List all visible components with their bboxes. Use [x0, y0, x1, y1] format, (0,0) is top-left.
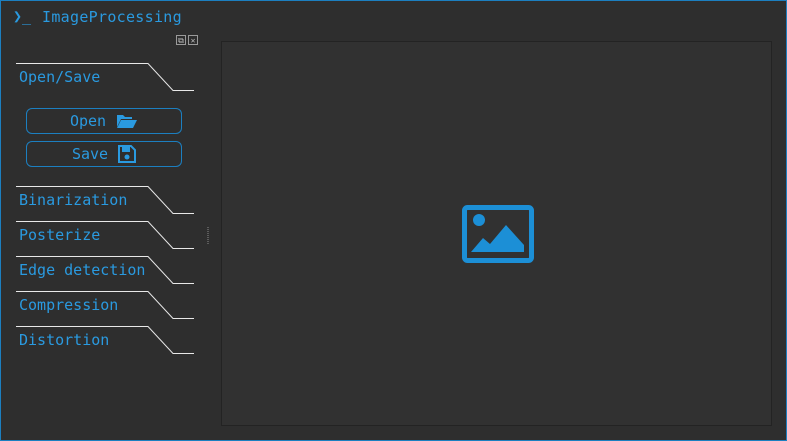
- section-posterize[interactable]: Posterize: [16, 221, 194, 251]
- section-binarization[interactable]: Binarization: [16, 186, 194, 216]
- folder-open-icon: [116, 113, 138, 129]
- undock-icon[interactable]: ⧉: [176, 35, 186, 45]
- open-button-label: Open: [69, 112, 107, 130]
- section-distortion[interactable]: Distortion: [16, 326, 194, 356]
- main-window: ❯_ ImageProcessing ⧉ ✕ Open/Save Open Sa…: [0, 0, 787, 441]
- section-label: Compression: [19, 296, 119, 314]
- sidebar-panel: Open/Save Open Save Binarization Posteri…: [1, 49, 206, 429]
- section-open-save[interactable]: Open/Save: [16, 63, 194, 93]
- title-bar[interactable]: ❯_ ImageProcessing: [1, 1, 786, 31]
- floppy-disk-icon: [118, 145, 137, 163]
- dock-controls: ⧉ ✕: [176, 35, 198, 47]
- panel-splitter-handle[interactable]: [207, 227, 209, 245]
- section-label: Posterize: [19, 226, 101, 244]
- window-title: ImageProcessing: [42, 8, 182, 26]
- section-label: Open/Save: [19, 68, 101, 86]
- close-icon[interactable]: ✕: [188, 35, 198, 45]
- open-button[interactable]: Open: [26, 108, 182, 134]
- terminal-prompt-icon: ❯_: [13, 7, 32, 25]
- section-label: Edge detection: [19, 261, 146, 279]
- section-label: Distortion: [19, 331, 110, 349]
- save-button-label: Save: [71, 145, 109, 163]
- image-icon: [462, 205, 534, 267]
- save-button[interactable]: Save: [26, 141, 182, 167]
- section-compression[interactable]: Compression: [16, 291, 194, 321]
- image-canvas[interactable]: [221, 41, 772, 426]
- section-label: Binarization: [19, 191, 128, 209]
- section-edge-detection[interactable]: Edge detection: [16, 256, 194, 286]
